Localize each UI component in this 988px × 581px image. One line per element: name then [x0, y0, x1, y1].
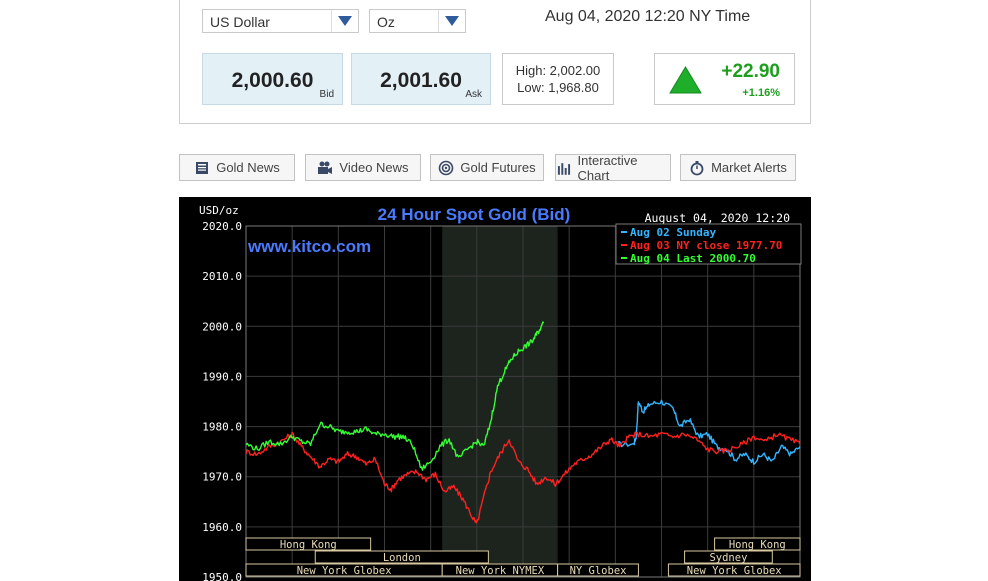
series-line-aug02-sunday: [617, 399, 801, 465]
video-news-label: Video News: [339, 160, 409, 175]
chart-title: 24 Hour Spot Gold (Bid): [378, 205, 571, 224]
stopwatch-icon: [690, 160, 704, 175]
currency-select[interactable]: US Dollar: [202, 9, 359, 33]
gold-futures-button[interactable]: Gold Futures: [430, 154, 544, 181]
session-label: Sydney: [709, 552, 747, 564]
change-box: +22.90 +1.16%: [654, 53, 795, 105]
ask-label: Ask: [465, 89, 482, 100]
chart-date-label: August 04, 2020 12:20: [645, 211, 790, 225]
session-label: New York Globex: [297, 565, 392, 577]
target-icon: [439, 160, 454, 175]
interactive-chart-button[interactable]: Interactive Chart: [555, 152, 671, 183]
market-alerts-label: Market Alerts: [711, 160, 787, 175]
gold-news-label: Gold News: [216, 160, 280, 175]
high-low-box: High: 2,002.00 Low: 1,968.80: [502, 53, 614, 105]
interactive-chart-label: Interactive Chart: [577, 152, 638, 183]
y-tick-label: 2010.0: [202, 270, 242, 283]
chart-watermark: www.kitco.com: [247, 237, 371, 256]
unit-select[interactable]: Oz: [369, 9, 466, 33]
session-label: New York NYMEX: [456, 565, 545, 577]
y-tick-label: 2000.0: [202, 320, 242, 333]
unit-select-value: Oz: [377, 14, 395, 30]
bid-label: Bid: [319, 89, 334, 100]
session-label: Hong Kong: [280, 539, 337, 551]
session-label: NY Globex: [570, 565, 627, 577]
y-axis-label: USD/oz: [199, 204, 239, 217]
y-tick-label: 2020.0: [202, 220, 242, 233]
session-label: New York Globex: [687, 565, 782, 577]
legend-entry: Aug 02 Sunday: [630, 226, 716, 239]
up-arrow-icon: [669, 66, 702, 94]
y-tick-label: 1980.0: [202, 421, 242, 434]
y-tick-label: 1970.0: [202, 471, 242, 484]
legend-entry: Aug 03 NY close 1977.70: [630, 239, 782, 252]
gold-news-button[interactable]: Gold News: [179, 154, 295, 181]
bar-chart-icon: [557, 162, 571, 175]
gold-futures-label: Gold Futures: [460, 160, 536, 175]
quote-panel: US Dollar Oz Aug 04, 2020 12:20 NY Time …: [179, 0, 811, 124]
video-news-button[interactable]: Video News: [305, 154, 421, 181]
session-label: London: [383, 552, 421, 564]
y-tick-label: 1950.0: [202, 571, 242, 581]
y-tick-label: 1960.0: [202, 521, 242, 534]
high-value: High: 2,002.00: [515, 63, 601, 78]
y-tick-label: 1990.0: [202, 370, 242, 383]
low-value: Low: 1,968.80: [517, 80, 599, 95]
change-percent: +1.16%: [742, 87, 780, 99]
session-label: Hong Kong: [729, 539, 786, 551]
chevron-down-icon: [438, 10, 465, 32]
bid-box: 2,000.60 Bid: [202, 53, 343, 105]
change-value: +22.90: [721, 61, 780, 82]
newspaper-icon: [196, 161, 209, 174]
quote-timestamp: Aug 04, 2020 12:20 NY Time: [545, 8, 751, 25]
currency-select-value: US Dollar: [210, 14, 270, 30]
gold-chart-svg: 2020.0 2010.0 2000.0 1990.0 1980.0 1970.0 1960…: [199, 204, 802, 581]
video-camera-icon: [318, 161, 333, 174]
ask-box: 2,001.60 Ask: [351, 53, 491, 105]
gold-chart: 2020.0 2010.0 2000.0 1990.0 1980.0 1970.0 1960…: [179, 197, 811, 581]
chevron-down-icon: [331, 10, 358, 32]
nymex-highlight-band: [442, 226, 558, 577]
market-alerts-button[interactable]: Market Alerts: [680, 154, 796, 181]
legend-entry: Aug 04 Last 2000.70: [630, 252, 756, 265]
